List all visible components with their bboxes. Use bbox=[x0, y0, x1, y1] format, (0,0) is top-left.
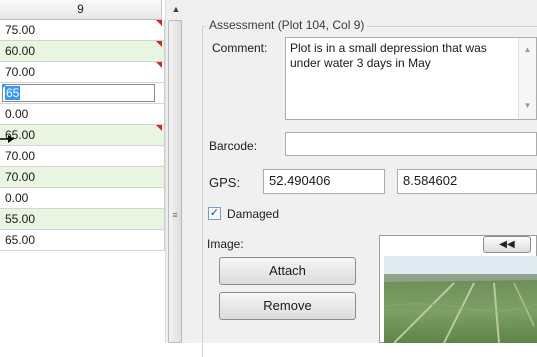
field-photo bbox=[384, 256, 537, 343]
attach-button[interactable]: Attach bbox=[219, 257, 356, 285]
comment-text: Plot is in a small depression that was u… bbox=[290, 41, 487, 70]
comment-textarea[interactable]: Plot is in a small depression that was u… bbox=[285, 37, 537, 120]
image-nav-button[interactable]: ◀◀ bbox=[483, 236, 531, 253]
cell-value: 75.00 bbox=[5, 23, 36, 37]
grid-cell[interactable]: 0.00 bbox=[0, 104, 165, 125]
comment-label: Comment: bbox=[212, 41, 268, 55]
gps-latitude-input[interactable]: 52.490406 bbox=[263, 169, 385, 194]
vertical-scrollbar[interactable]: ▲ ≡ bbox=[165, 0, 186, 343]
grid-cell-editing[interactable]: 65 bbox=[0, 83, 165, 104]
assessment-panel: Assessment (Plot 104, Col 9) Comment: Pl… bbox=[186, 0, 537, 357]
gps-label: GPS: bbox=[209, 175, 241, 190]
scroll-thumb[interactable]: ≡ bbox=[168, 20, 182, 343]
cell-edit-input[interactable] bbox=[2, 84, 155, 102]
scroll-up-icon[interactable]: ▲ bbox=[519, 42, 536, 57]
check-icon: ✓ bbox=[209, 207, 220, 219]
grid-cell[interactable]: 75.00 bbox=[0, 20, 165, 41]
grip-lines-icon: ≡ bbox=[172, 210, 178, 220]
red-flag-icon bbox=[156, 62, 162, 68]
barcode-input[interactable] bbox=[285, 132, 537, 156]
cell-value: 65.00 bbox=[5, 233, 36, 247]
grid-cell[interactable]: 70.00 bbox=[0, 62, 165, 83]
row-pointer-arrow-icon bbox=[0, 135, 14, 143]
cell-value: 0.00 bbox=[5, 107, 29, 121]
scroll-up-icon[interactable]: ▲ bbox=[166, 0, 186, 18]
grid-rows: 75.00 60.00 70.00 65 0.00 65.00 70.00 70.00 0.00… bbox=[0, 20, 165, 251]
grid-cell[interactable]: 70.00 bbox=[0, 146, 165, 167]
gps-longitude-input[interactable]: 8.584602 bbox=[397, 169, 537, 194]
assessment-title: Assessment (Plot 104, Col 9) bbox=[206, 18, 368, 32]
grid-cell[interactable]: 65.00 bbox=[0, 125, 165, 146]
grid-cell[interactable]: 55.00 bbox=[0, 209, 165, 230]
scroll-down-icon[interactable]: ▼ bbox=[519, 98, 536, 113]
cell-value: 70.00 bbox=[5, 170, 36, 184]
barcode-label: Barcode: bbox=[209, 139, 258, 153]
red-flag-icon bbox=[156, 20, 162, 26]
column-header[interactable]: 9 bbox=[0, 0, 162, 20]
cell-value: 60.00 bbox=[5, 44, 36, 58]
grid-cell[interactable]: 70.00 bbox=[0, 167, 165, 188]
grid-cell[interactable]: 60.00 bbox=[0, 41, 165, 62]
image-label: Image: bbox=[207, 237, 244, 251]
comment-scrollbar[interactable]: ▲ ▼ bbox=[518, 38, 536, 119]
cell-value: 55.00 bbox=[5, 212, 36, 226]
damaged-label[interactable]: Damaged bbox=[227, 207, 279, 221]
grid-cell[interactable]: 65.00 bbox=[0, 230, 165, 251]
data-grid: 9 75.00 60.00 70.00 65 0.00 65.00 70.00 70.00 0.… bbox=[0, 0, 172, 343]
red-flag-icon bbox=[156, 125, 162, 131]
grid-cell[interactable]: 0.00 bbox=[0, 188, 165, 209]
damaged-checkbox[interactable]: ✓ bbox=[208, 207, 221, 220]
cell-marker-icon bbox=[2, 84, 7, 89]
double-left-arrow-icon: ◀◀ bbox=[499, 239, 515, 250]
remove-button[interactable]: Remove bbox=[219, 292, 356, 320]
cell-value: 70.00 bbox=[5, 65, 36, 79]
red-flag-icon bbox=[156, 41, 162, 47]
cell-value: 70.00 bbox=[5, 149, 36, 163]
cell-value: 0.00 bbox=[5, 191, 29, 205]
